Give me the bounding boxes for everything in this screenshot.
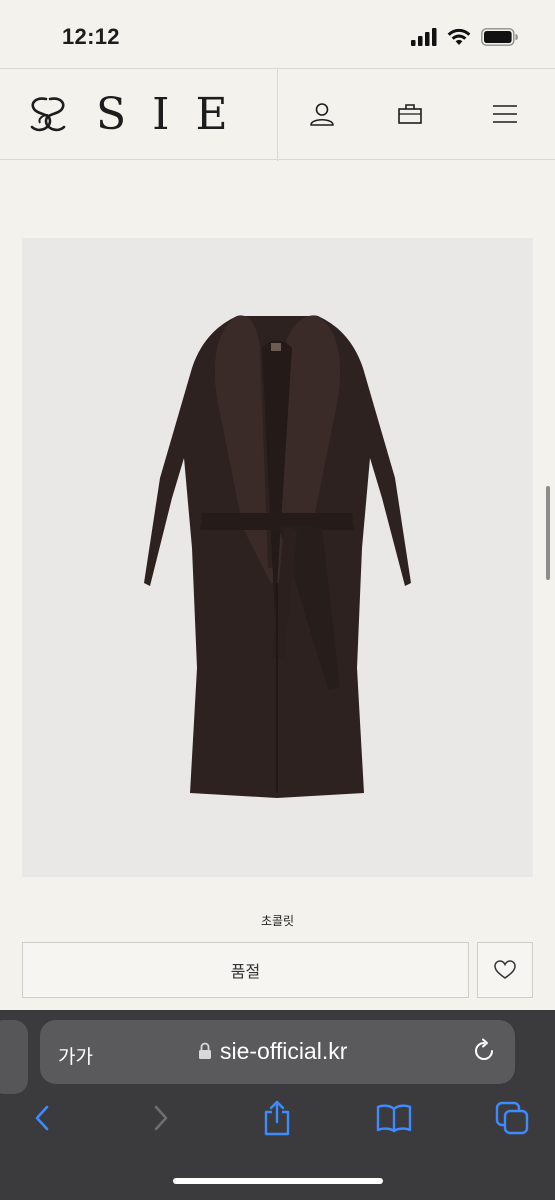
tabs-button[interactable]	[494, 1100, 530, 1136]
status-icons	[411, 26, 519, 48]
address-bar[interactable]: 가가 sie-official.kr	[40, 1020, 515, 1084]
browser-toolbar: 가가 sie-official.kr	[0, 1010, 555, 1200]
menu-button[interactable]	[490, 99, 520, 129]
status-time: 12:12	[62, 24, 120, 49]
coat-illustration	[144, 315, 411, 798]
cellular-signal-icon	[411, 28, 437, 46]
previous-tab-stub[interactable]	[0, 1020, 28, 1094]
cart-button[interactable]	[395, 99, 425, 129]
back-button[interactable]	[24, 1100, 60, 1136]
status-bar: 12:12	[0, 0, 555, 68]
url-text[interactable]: sie-official.kr	[220, 1038, 347, 1065]
wishlist-button[interactable]	[477, 942, 533, 998]
battery-icon	[481, 28, 518, 46]
wifi-icon	[447, 28, 471, 45]
product-image[interactable]	[22, 238, 533, 877]
header-divider	[277, 69, 278, 161]
bookmarks-button[interactable]	[376, 1100, 412, 1136]
forward-icon	[154, 1105, 168, 1131]
share-button[interactable]	[259, 1100, 295, 1136]
back-icon	[35, 1105, 49, 1131]
tabs-icon	[495, 1101, 529, 1135]
text-size-button[interactable]: 가가	[58, 1042, 93, 1069]
product-color-name: 초콜릿	[260, 914, 295, 928]
brand-logo-text[interactable]: SIE	[96, 91, 254, 139]
heart-icon	[494, 960, 516, 979]
forward-button[interactable]	[143, 1100, 179, 1136]
reload-icon[interactable]	[471, 1038, 497, 1064]
sold-out-button[interactable]: 품절	[22, 942, 469, 998]
lock-icon	[199, 1042, 211, 1059]
home-indicator	[173, 1178, 383, 1184]
page-scrollbar[interactable]	[546, 486, 550, 580]
user-icon	[310, 103, 334, 126]
site-header: SIE	[0, 68, 555, 161]
hamburger-menu-icon	[493, 105, 517, 123]
bookmarks-icon	[376, 1104, 412, 1133]
account-button[interactable]	[307, 99, 337, 129]
share-icon	[264, 1100, 290, 1136]
shopping-bag-icon	[398, 104, 422, 124]
sie-logo-mark-icon[interactable]	[26, 93, 70, 137]
